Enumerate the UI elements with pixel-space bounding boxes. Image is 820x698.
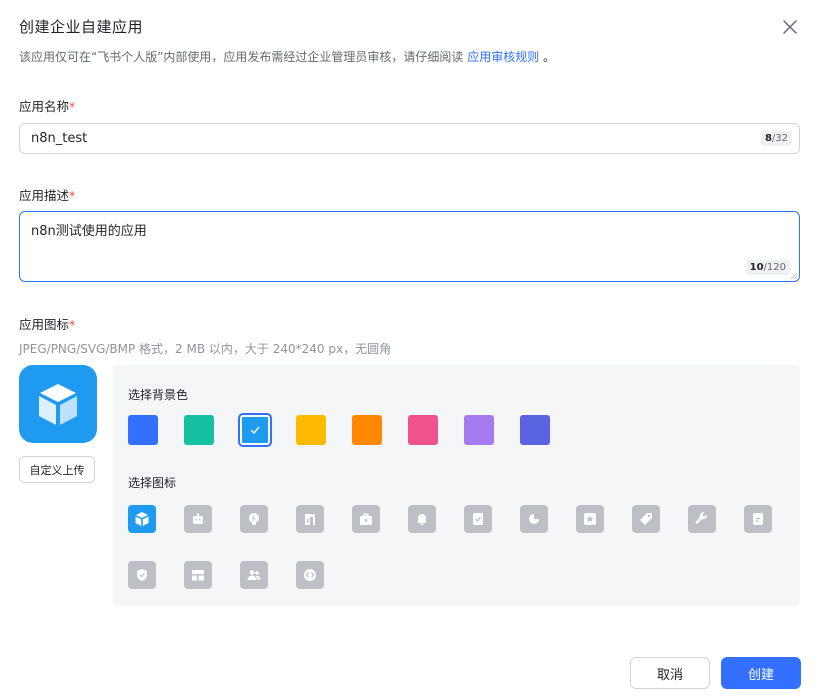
icon-option-building[interactable]: [296, 505, 324, 533]
pie-chart-icon: [529, 514, 539, 524]
resize-handle-icon[interactable]: [791, 273, 797, 279]
bookmark-check-icon: [473, 513, 483, 525]
tag-icon: [640, 513, 652, 525]
bell-icon: [417, 514, 427, 525]
check-icon: [250, 426, 260, 435]
users-icon: [247, 570, 261, 580]
icon-option-robot[interactable]: [184, 505, 212, 533]
app-name-max: /32: [771, 133, 788, 144]
app-name-label: 应用名称*: [19, 96, 75, 115]
icon-option-star[interactable]: [576, 505, 604, 533]
icon-option-layout[interactable]: [184, 561, 212, 589]
app-name-value[interactable]: n8n_test: [31, 131, 87, 146]
bg-color-swatch-sky[interactable]: [240, 415, 270, 445]
app-desc-value[interactable]: n8n测试使用的应用: [31, 220, 147, 239]
icon-option-pie-chart[interactable]: [520, 505, 548, 533]
required-mark: *: [69, 188, 76, 203]
required-mark: *: [69, 317, 76, 332]
icon-option-cube[interactable]: [128, 505, 156, 533]
icon-select-label: 选择图标: [128, 476, 177, 490]
icon-style-panel: 选择背景色 选择图标: [113, 365, 800, 606]
dialog-subtitle: 该应用仅可在“飞书个人版”内部使用，应用发布需经过企业管理员审核，请仔细阅读 应…: [19, 48, 555, 65]
app-desc-counter: 10/120: [745, 260, 790, 275]
briefcase-icon: [360, 513, 372, 525]
icon-option-bell[interactable]: [408, 505, 436, 533]
icon-option-briefcase[interactable]: [352, 505, 380, 533]
app-desc-textarea[interactable]: n8n测试使用的应用 10/120: [19, 211, 800, 282]
bg-color-swatch-orange[interactable]: [352, 415, 382, 445]
icon-option-users[interactable]: [240, 561, 268, 589]
custom-upload-button[interactable]: 自定义上传: [19, 456, 95, 483]
robot-icon: [193, 513, 203, 524]
app-desc-count: 10: [749, 262, 764, 273]
icon-preview: [19, 365, 97, 443]
close-icon[interactable]: [780, 17, 800, 37]
layout-icon: [192, 570, 204, 581]
building-icon: [305, 514, 315, 525]
app-name-input[interactable]: n8n_test 8/32: [19, 123, 800, 154]
app-icon-label-text: 应用图标: [19, 317, 70, 332]
bg-color-swatch-teal[interactable]: [184, 415, 214, 445]
document-icon: [753, 513, 763, 525]
icon-option-shield[interactable]: [128, 561, 156, 589]
wrench-icon: [695, 512, 707, 524]
lightbulb-icon: [249, 513, 259, 525]
icon-format-hint: JPEG/PNG/SVG/BMP 格式，2 MB 以内，大于 240*240 p…: [19, 342, 392, 356]
bg-color-swatch-pink[interactable]: [408, 415, 438, 445]
bg-color-swatch-blue[interactable]: [128, 415, 158, 445]
app-desc-max: /120: [763, 262, 786, 273]
subtitle-text: 该应用仅可在“飞书个人版”内部使用，应用发布需经过企业管理员审核，请仔细阅读: [19, 50, 464, 64]
cube-icon: [39, 384, 77, 425]
bg-color-label: 选择背景色: [128, 388, 189, 402]
dialog-title: 创建企业自建应用: [19, 18, 144, 36]
app-icon-label: 应用图标*: [19, 314, 75, 333]
icon-option-bookmark-check[interactable]: [464, 505, 492, 533]
icon-option-tag[interactable]: [632, 505, 660, 533]
bg-color-swatch-yellow[interactable]: [296, 415, 326, 445]
review-rules-link[interactable]: 应用审核规则: [467, 50, 539, 64]
app-name-counter: 8/32: [760, 131, 792, 146]
create-button[interactable]: 创建: [721, 657, 801, 689]
app-name-count: 8: [764, 133, 772, 144]
icon-option-code[interactable]: [296, 561, 324, 589]
code-icon: [304, 569, 316, 581]
icon-option-lightbulb[interactable]: [240, 505, 268, 533]
app-name-label-text: 应用名称: [19, 99, 70, 114]
bg-color-swatch-indigo[interactable]: [520, 415, 550, 445]
icon-option-document[interactable]: [744, 505, 772, 533]
subtitle-suffix: 。: [543, 50, 556, 64]
star-icon: [584, 513, 596, 525]
cube-icon: [135, 512, 149, 526]
required-mark: *: [69, 99, 76, 114]
cancel-button[interactable]: 取消: [630, 657, 710, 689]
shield-check-icon: [137, 569, 147, 581]
icon-option-wrench[interactable]: [688, 505, 716, 533]
app-desc-label: 应用描述*: [19, 185, 75, 204]
bg-color-swatch-purple[interactable]: [464, 415, 494, 445]
app-desc-label-text: 应用描述: [19, 188, 70, 203]
